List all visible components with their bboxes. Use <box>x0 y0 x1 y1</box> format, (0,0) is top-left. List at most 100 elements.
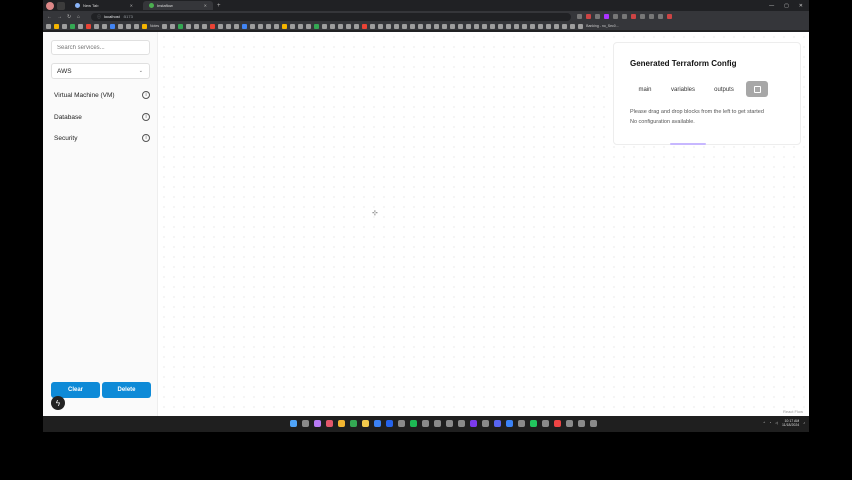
bookmark-icon[interactable] <box>570 23 576 29</box>
sidebar-item-virtual-machine[interactable]: Virtual Machine (VM) i <box>54 89 150 101</box>
delete-button[interactable]: Delete <box>102 382 151 398</box>
lightning-icon[interactable]: ϟ <box>51 396 65 410</box>
close-tab-icon[interactable]: ✕ <box>204 3 207 8</box>
bookmark-icon[interactable] <box>306 23 312 29</box>
bookmark-icon[interactable] <box>378 23 384 29</box>
reload-icon[interactable]: ↻ <box>67 14 73 20</box>
app-icon[interactable] <box>422 420 429 427</box>
bookmark-icon[interactable] <box>62 23 67 29</box>
bookmark-icon[interactable] <box>354 23 360 29</box>
bookmark-icon[interactable] <box>482 23 488 29</box>
bookmark-icon[interactable] <box>70 23 75 29</box>
extension-icon[interactable] <box>586 14 591 19</box>
extension-icon[interactable] <box>613 14 618 19</box>
app-icon[interactable] <box>530 420 537 427</box>
app-icon[interactable] <box>482 420 489 427</box>
close-window-icon[interactable]: ✕ <box>799 3 803 9</box>
app-icon[interactable] <box>470 420 477 427</box>
app-icon[interactable] <box>566 420 573 427</box>
bookmark-icon[interactable] <box>266 23 272 29</box>
forward-icon[interactable]: → <box>57 14 63 20</box>
search-input[interactable] <box>51 40 150 55</box>
start-icon[interactable] <box>290 420 297 427</box>
copy-button[interactable] <box>746 81 768 97</box>
app-icon[interactable] <box>398 420 405 427</box>
notification-bell-icon[interactable]: ♪ <box>803 421 805 425</box>
bookmark-icon[interactable] <box>186 23 192 29</box>
bookmark-icon[interactable] <box>162 23 168 29</box>
bookmark-icon[interactable] <box>170 23 176 29</box>
tab-instaflow[interactable]: Instaflow ✕ <box>143 1 213 10</box>
app-icon[interactable] <box>410 420 417 427</box>
bookmark-icon[interactable] <box>394 23 400 29</box>
sidebar-item-database[interactable]: Database i <box>54 111 150 123</box>
chevron-up-icon[interactable]: ^ <box>764 421 766 425</box>
bookmark-icon[interactable] <box>314 23 320 29</box>
maximize-icon[interactable]: ▢ <box>784 3 789 9</box>
app-icon[interactable] <box>446 420 453 427</box>
bookmark-icon[interactable] <box>142 23 147 29</box>
app-icon[interactable] <box>362 420 369 427</box>
close-tab-icon[interactable]: ✕ <box>130 3 133 8</box>
bookmark-icon[interactable] <box>506 23 512 29</box>
site-info-icon[interactable]: ⓘ <box>97 14 101 20</box>
bookmark-icon[interactable] <box>110 23 115 29</box>
volume-icon[interactable]: ◁ <box>775 421 778 425</box>
bookmark-icon[interactable] <box>546 23 552 29</box>
tab-new-tab[interactable]: New Tab ✕ <box>69 1 139 10</box>
bookmark-icon[interactable] <box>178 23 184 29</box>
bookmark-icon[interactable] <box>498 23 504 29</box>
extension-icon[interactable] <box>622 14 627 19</box>
bookmark-icon[interactable] <box>450 23 456 29</box>
bookmark-icon[interactable] <box>330 23 336 29</box>
extension-icon[interactable] <box>595 14 600 19</box>
extension-icon[interactable] <box>577 14 582 19</box>
bookmark-icon[interactable] <box>258 23 264 29</box>
bookmark-icon[interactable] <box>338 23 344 29</box>
bookmark-icon[interactable] <box>522 23 528 29</box>
tab-search-icon[interactable] <box>57 1 65 10</box>
bookmark-icon[interactable] <box>134 23 139 29</box>
tab-outputs[interactable]: outputs <box>706 82 742 97</box>
profile-icon[interactable] <box>46 1 54 10</box>
provider-select[interactable]: AWS ⌄ <box>51 63 150 79</box>
info-icon[interactable]: i <box>142 91 150 99</box>
tab-variables[interactable]: variables <box>664 82 702 97</box>
bookmark-icon[interactable] <box>78 23 83 29</box>
bookmark-icon[interactable] <box>474 23 480 29</box>
app-icon[interactable] <box>326 420 333 427</box>
wifi-icon[interactable]: ◔ <box>769 421 771 425</box>
bookmark-icon[interactable] <box>218 23 224 29</box>
bookmark-icon[interactable] <box>490 23 496 29</box>
bookmark-icon[interactable] <box>458 23 464 29</box>
extension-icon[interactable] <box>640 14 645 19</box>
bookmark-icon[interactable] <box>346 23 352 29</box>
app-icon[interactable] <box>350 420 357 427</box>
extension-icon[interactable] <box>667 14 672 19</box>
bookmark-icon[interactable] <box>86 23 91 29</box>
bookmark-icon[interactable] <box>530 23 536 29</box>
search-icon[interactable] <box>302 420 309 427</box>
app-icon[interactable] <box>518 420 525 427</box>
bookmark-icon[interactable] <box>322 23 328 29</box>
bookmark-icon[interactable] <box>54 23 59 29</box>
bookmark-icon[interactable] <box>362 23 368 29</box>
app-icon[interactable] <box>554 420 561 427</box>
minimize-icon[interactable]: — <box>769 3 774 9</box>
back-icon[interactable]: ← <box>47 14 53 20</box>
bookmark-icon[interactable] <box>426 23 432 29</box>
info-icon[interactable]: i <box>142 113 150 121</box>
app-icon[interactable] <box>542 420 549 427</box>
bookmark-icon[interactable] <box>202 23 208 29</box>
bookmark-notes[interactable]: Notes <box>150 24 159 28</box>
url-field[interactable]: ⓘ localhost:5173 <box>91 12 571 21</box>
bookmark-icon[interactable] <box>434 23 440 29</box>
bookmark-icon[interactable] <box>250 23 256 29</box>
extension-icon[interactable] <box>604 14 609 19</box>
bookmark-icon[interactable] <box>514 23 520 29</box>
bookmark-icon[interactable] <box>234 23 240 29</box>
bookmark-icon[interactable] <box>94 23 99 29</box>
bookmark-icon[interactable] <box>118 23 123 29</box>
bookmark-icon[interactable] <box>370 23 376 29</box>
app-icon[interactable] <box>590 420 597 427</box>
